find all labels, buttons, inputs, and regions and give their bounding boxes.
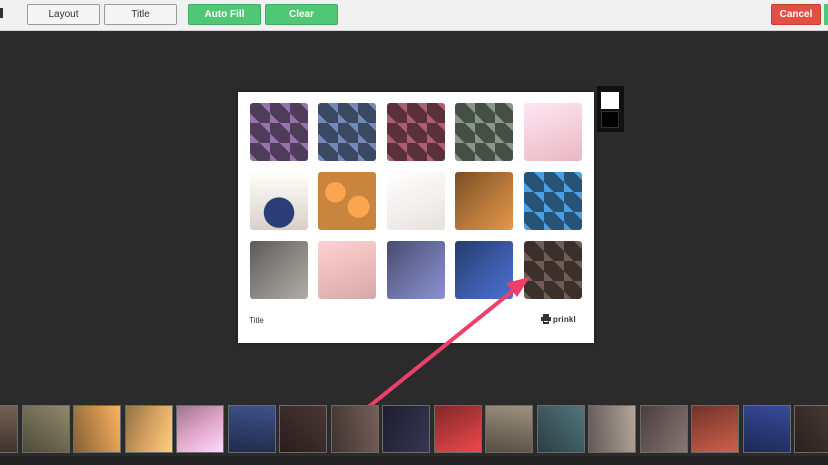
filmstrip-thumbnail[interactable] xyxy=(743,405,791,453)
grid-photo-ice-cream[interactable] xyxy=(318,241,376,299)
black-swatch[interactable] xyxy=(601,111,619,128)
toolbar-edge-marker xyxy=(0,8,3,18)
layout-button[interactable]: Layout xyxy=(27,4,100,25)
grid-photo-mickey-collage-3[interactable] xyxy=(387,103,445,161)
logo-text: prinkl xyxy=(553,314,576,324)
filmstrip-thumbnail[interactable] xyxy=(125,405,173,453)
title-button[interactable]: Title xyxy=(104,4,177,25)
filmstrip-thumbnail[interactable] xyxy=(331,405,379,453)
grid-photo-cosplay-collage[interactable] xyxy=(522,239,584,301)
grid-photo-black-cat[interactable] xyxy=(250,241,308,299)
filmstrip-thumbnail[interactable] xyxy=(382,405,430,453)
grid-photo-tsum-grid[interactable] xyxy=(524,172,582,230)
grid-photo-mickey-collage-2[interactable] xyxy=(318,103,376,161)
filmstrip-thumbnail[interactable] xyxy=(228,405,276,453)
layout-preview-card: Title prinkl xyxy=(238,92,594,343)
card-title[interactable]: Title xyxy=(249,316,264,325)
grid-photo-cat-figure[interactable] xyxy=(387,172,445,230)
printer-icon xyxy=(541,314,551,324)
toolbar: Layout Title Auto Fill Clear Cancel xyxy=(0,0,828,31)
grid-photo-arcade[interactable] xyxy=(387,241,445,299)
filmstrip-thumbnail[interactable] xyxy=(0,405,18,453)
filmstrip-thumbnail[interactable] xyxy=(640,405,688,453)
grid-photo-mickey-collage-1[interactable] xyxy=(250,103,308,161)
prinkl-logo: prinkl xyxy=(541,314,576,324)
filmstrip-thumbnail[interactable] xyxy=(485,405,533,453)
filmstrip-thumbnail[interactable] xyxy=(73,405,121,453)
cancel-button[interactable]: Cancel xyxy=(771,4,821,25)
white-swatch[interactable] xyxy=(601,92,619,109)
grid-photo-stickers[interactable] xyxy=(524,103,582,161)
grid-photo-anime-poster[interactable] xyxy=(455,241,513,299)
grid-photo-mug[interactable] xyxy=(250,172,308,230)
filmstrip-thumbnail[interactable] xyxy=(588,405,636,453)
filmstrip-thumbnail[interactable] xyxy=(794,405,828,453)
filmstrip-thumbnail[interactable] xyxy=(176,405,224,453)
filmstrip-thumbnail[interactable] xyxy=(22,405,70,453)
filmstrip-thumbnail[interactable] xyxy=(691,405,739,453)
auto-fill-button[interactable]: Auto Fill xyxy=(188,4,261,25)
grid-photo-scissors[interactable] xyxy=(455,172,513,230)
photo-filmstrip xyxy=(0,404,828,456)
background-color-picker xyxy=(597,86,624,132)
filmstrip-thumbnail[interactable] xyxy=(434,405,482,453)
grid-photo-cookies[interactable] xyxy=(318,172,376,230)
grid-photo-mickey-collage-4[interactable] xyxy=(455,103,513,161)
filmstrip-thumbnail[interactable] xyxy=(279,405,327,453)
clear-button[interactable]: Clear xyxy=(265,4,338,25)
filmstrip-thumbnail[interactable] xyxy=(537,405,585,453)
next-button-edge[interactable] xyxy=(824,4,828,25)
bottom-bar xyxy=(0,456,828,465)
